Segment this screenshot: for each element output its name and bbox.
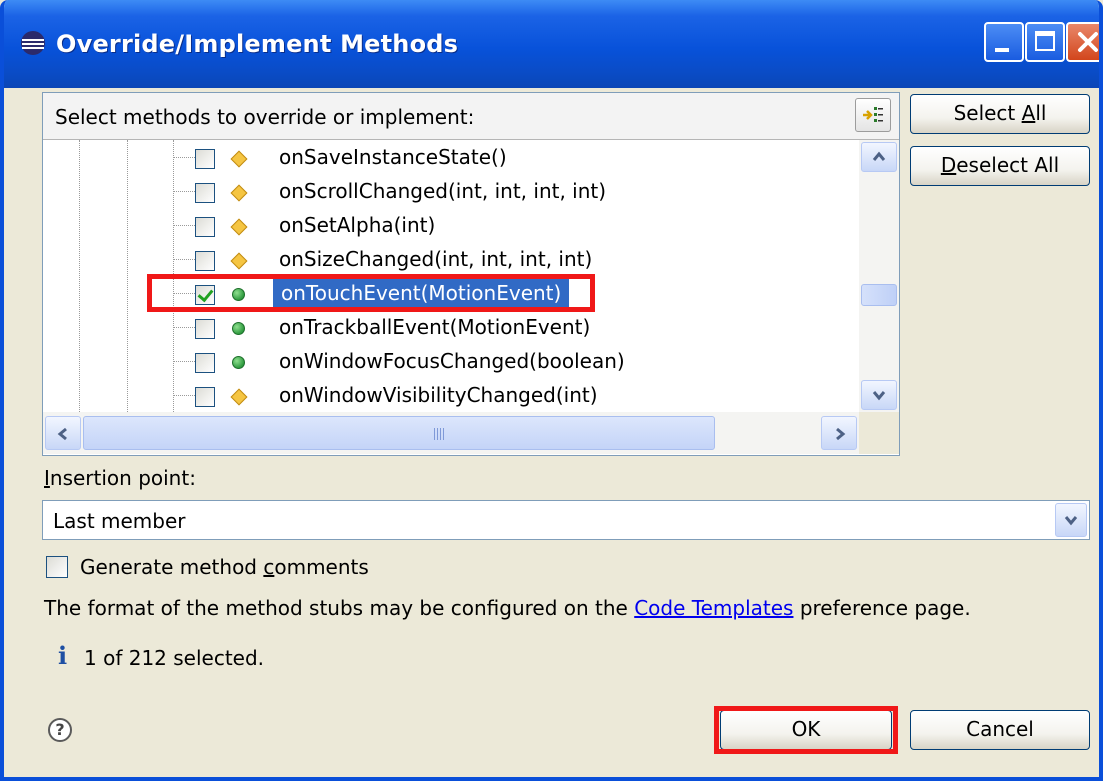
insertion-point-value: Last member (53, 509, 186, 533)
method-checkbox[interactable] (195, 319, 215, 339)
tree-connector (173, 191, 195, 192)
method-checkbox[interactable] (195, 217, 215, 237)
scroll-down-button[interactable] (861, 380, 897, 410)
select-all-label: Select (953, 101, 1022, 125)
deselect-all-label: eselect All (956, 153, 1060, 177)
method-checkbox[interactable] (195, 353, 215, 373)
protected-method-diamond-icon (230, 218, 248, 236)
protected-method-diamond-icon (230, 184, 248, 202)
chevron-left-icon (57, 427, 67, 441)
selected-item-highlight-box (147, 274, 595, 312)
method-checkbox[interactable] (195, 149, 215, 169)
chevron-right-icon (836, 427, 846, 441)
insertion-label-text: nsertion point: (49, 466, 196, 490)
chevron-down-icon (1064, 516, 1078, 526)
close-icon (1078, 32, 1098, 52)
select-all-label-rest: ll (1035, 101, 1047, 125)
generate-comments-label[interactable]: Generate method comments (80, 553, 369, 581)
scroll-left-button[interactable] (45, 416, 81, 450)
method-label: onWindowFocusChanged(boolean) (279, 349, 625, 373)
insertion-point-label: Insertion point: (44, 464, 196, 492)
methods-tree-header: Select methods to override or implement: (43, 93, 899, 140)
maximize-icon (1035, 31, 1055, 51)
info-icon: i (58, 641, 68, 670)
method-label: onSetAlpha(int) (279, 213, 436, 237)
select-all-button[interactable]: Select All (910, 94, 1090, 134)
minimize-button[interactable] (984, 22, 1024, 62)
select-all-mnemonic: A (1021, 101, 1036, 125)
tree-connector (173, 395, 195, 396)
generate-comments-checkbox[interactable] (46, 556, 68, 578)
sort-button[interactable] (855, 98, 891, 132)
tree-connector (173, 157, 195, 158)
info-text-rest: preference page. (793, 596, 971, 620)
chevron-up-icon (872, 151, 886, 161)
generate-comments-text: Generate method (80, 555, 264, 579)
scrollbar-corner (859, 412, 899, 454)
deselect-all-button[interactable]: Deselect All (910, 146, 1090, 186)
method-row-onScrollChanged[interactable]: onScrollChanged(int, int, int, int) (43, 174, 859, 208)
method-checkbox[interactable] (195, 387, 215, 407)
tree-connector (173, 259, 195, 260)
ok-highlight-box (714, 706, 898, 754)
protected-method-diamond-icon (230, 388, 248, 406)
cancel-button[interactable]: Cancel (910, 710, 1090, 750)
minimize-icon (995, 48, 1009, 52)
method-label: onWindowVisibilityChanged(int) (279, 383, 598, 407)
method-row-onSaveInstanceState[interactable]: onSaveInstanceState() (43, 140, 859, 174)
scroll-grip (434, 428, 446, 440)
close-button[interactable] (1066, 22, 1099, 62)
method-row-onTrackballEvent[interactable]: onTrackballEvent(MotionEvent) (43, 310, 859, 344)
generate-comments-mnemonic: c (263, 555, 275, 579)
chevron-down-icon (872, 391, 886, 401)
insertion-point-select[interactable]: Last member (42, 500, 1090, 540)
insertion-dropdown-button[interactable] (1055, 503, 1087, 537)
scroll-right-button[interactable] (821, 416, 857, 450)
public-method-dot-icon (232, 322, 245, 335)
method-checkbox[interactable] (195, 183, 215, 203)
window-title: Override/Implement Methods (56, 30, 459, 58)
method-row-onWindowFocusChanged[interactable]: onWindowFocusChanged(boolean) (43, 344, 859, 378)
tree-connector (173, 361, 195, 362)
scroll-up-button[interactable] (861, 142, 897, 172)
methods-header-label: Select methods to override or implement: (55, 105, 475, 129)
code-templates-info: The format of the method stubs may be co… (44, 594, 971, 622)
deselect-all-mnemonic: D (940, 153, 957, 177)
tree-connector (173, 225, 195, 226)
info-text: The format of the method stubs may be co… (44, 596, 635, 620)
help-icon[interactable]: ? (48, 718, 72, 742)
protected-method-diamond-icon (230, 252, 248, 270)
sort-members-icon (863, 107, 883, 122)
code-templates-link[interactable]: Code Templates (634, 596, 793, 620)
vertical-scroll-thumb[interactable] (861, 284, 897, 306)
method-label: onTrackballEvent(MotionEvent) (279, 315, 591, 339)
method-row-onSizeChanged[interactable]: onSizeChanged(int, int, int, int) (43, 242, 859, 276)
method-label: onSizeChanged(int, int, int, int) (279, 247, 593, 271)
method-row-onWindowVisibilityChanged[interactable]: onWindowVisibilityChanged(int) (43, 378, 859, 412)
title-bar[interactable]: Override/Implement Methods (4, 0, 1099, 88)
vertical-scrollbar[interactable] (859, 140, 899, 412)
protected-method-diamond-icon (230, 150, 248, 168)
maximize-button[interactable] (1025, 22, 1065, 62)
eclipse-icon (21, 31, 45, 55)
method-label: onScrollChanged(int, int, int, int) (279, 179, 607, 203)
override-implement-dialog: Override/Implement Methods Select method… (0, 0, 1103, 781)
generate-comments-text-rest: omments (274, 555, 369, 579)
horizontal-scrollbar[interactable] (43, 412, 859, 454)
method-checkbox[interactable] (195, 251, 215, 271)
selection-status: 1 of 212 selected. (84, 646, 265, 670)
public-method-dot-icon (232, 356, 245, 369)
tree-connector (173, 327, 195, 328)
method-row-onSetAlpha[interactable]: onSetAlpha(int) (43, 208, 859, 242)
horizontal-scroll-thumb[interactable] (83, 416, 715, 450)
method-label: onSaveInstanceState() (279, 145, 507, 169)
methods-tree-body: onSaveInstanceState() onScrollChanged(in… (43, 140, 859, 412)
methods-tree: Select methods to override or implement: (42, 92, 900, 456)
